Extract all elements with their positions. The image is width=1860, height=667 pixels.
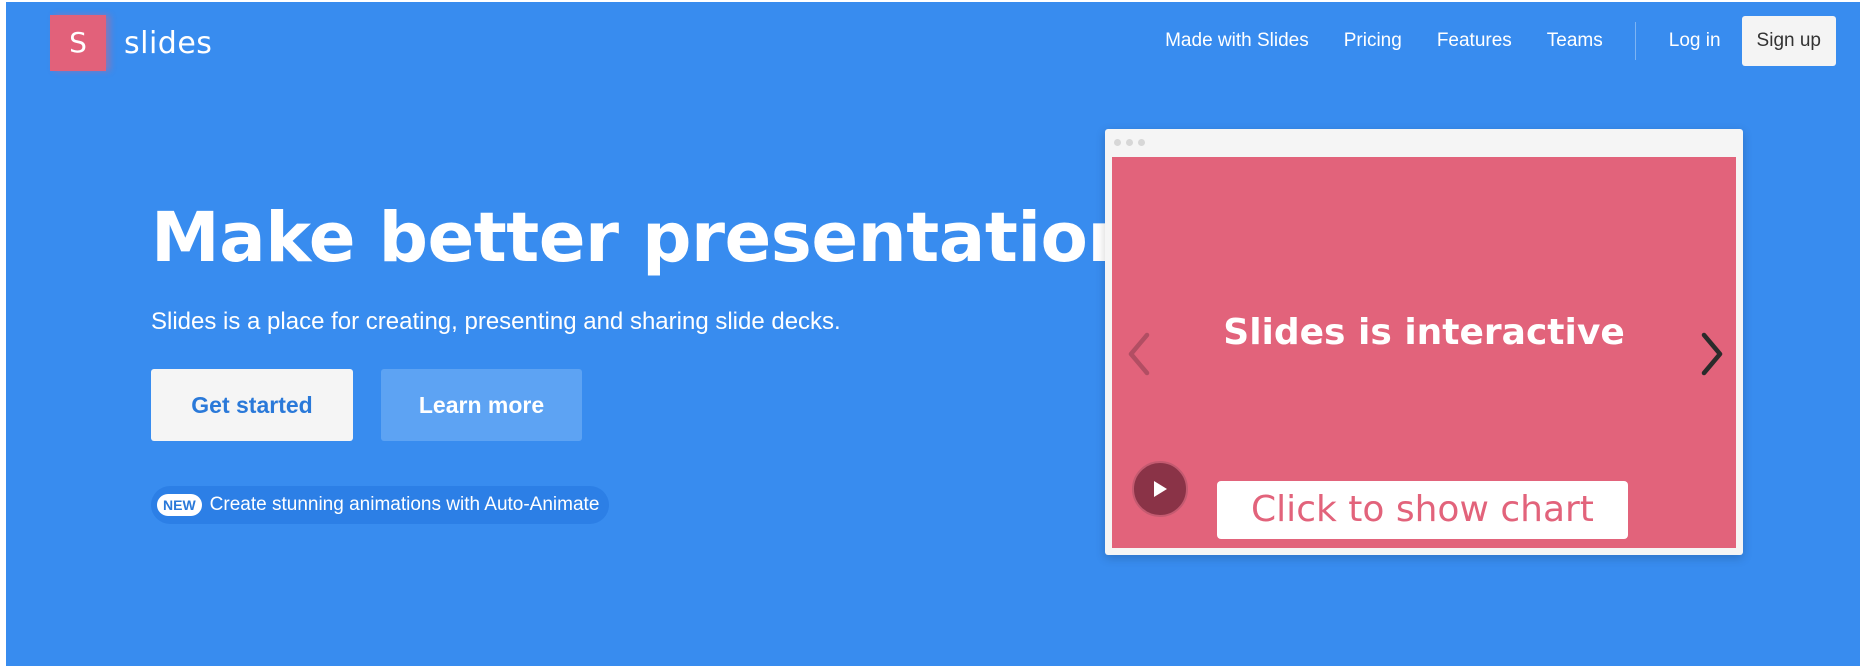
slide-preview-window: Slides is interactive Click to show char…: [1105, 129, 1743, 555]
slide-canvas: Slides is interactive Click to show char…: [1112, 157, 1736, 548]
page: S slides Made with Slides Pricing Featur…: [0, 0, 1860, 667]
show-chart-button[interactable]: Click to show chart: [1217, 481, 1628, 539]
learn-more-button[interactable]: Learn more: [381, 369, 582, 441]
nav-divider: [1634, 22, 1636, 60]
announcement-link[interactable]: NEW Create stunning animations with Auto…: [151, 486, 610, 524]
get-started-button[interactable]: Get started: [151, 369, 353, 441]
new-badge: NEW: [157, 494, 202, 516]
hero-subtitle: Slides is a place for creating, presenti…: [151, 308, 841, 335]
window-dot: [1114, 139, 1121, 146]
announcement-text: Create stunning animations with Auto-Ani…: [209, 494, 600, 515]
logo-mark: S: [50, 15, 106, 71]
login-link[interactable]: Log in: [1669, 30, 1721, 52]
nav-link-features[interactable]: Features: [1437, 30, 1512, 52]
window-controls: [1114, 139, 1150, 146]
chevron-left-icon[interactable]: [1128, 332, 1150, 381]
logo-text: slides: [124, 25, 213, 61]
slide-title: Slides is interactive: [1223, 312, 1625, 353]
nav-link-pricing[interactable]: Pricing: [1344, 30, 1402, 52]
logo[interactable]: S slides: [50, 15, 212, 71]
play-button[interactable]: [1132, 461, 1188, 517]
window-dot: [1126, 139, 1133, 146]
chevron-right-icon[interactable]: [1701, 332, 1723, 381]
hero-section: S slides Made with Slides Pricing Featur…: [6, 2, 1860, 666]
nav-link-made-with-slides[interactable]: Made with Slides: [1165, 30, 1309, 52]
signup-button[interactable]: Sign up: [1741, 16, 1836, 66]
play-icon: [1154, 481, 1167, 497]
hero-title: Make better presentations: [151, 198, 1177, 278]
nav-link-teams[interactable]: Teams: [1547, 30, 1603, 52]
top-nav: Made with Slides Pricing Features Teams …: [1130, 16, 1836, 66]
window-dot: [1138, 139, 1145, 146]
